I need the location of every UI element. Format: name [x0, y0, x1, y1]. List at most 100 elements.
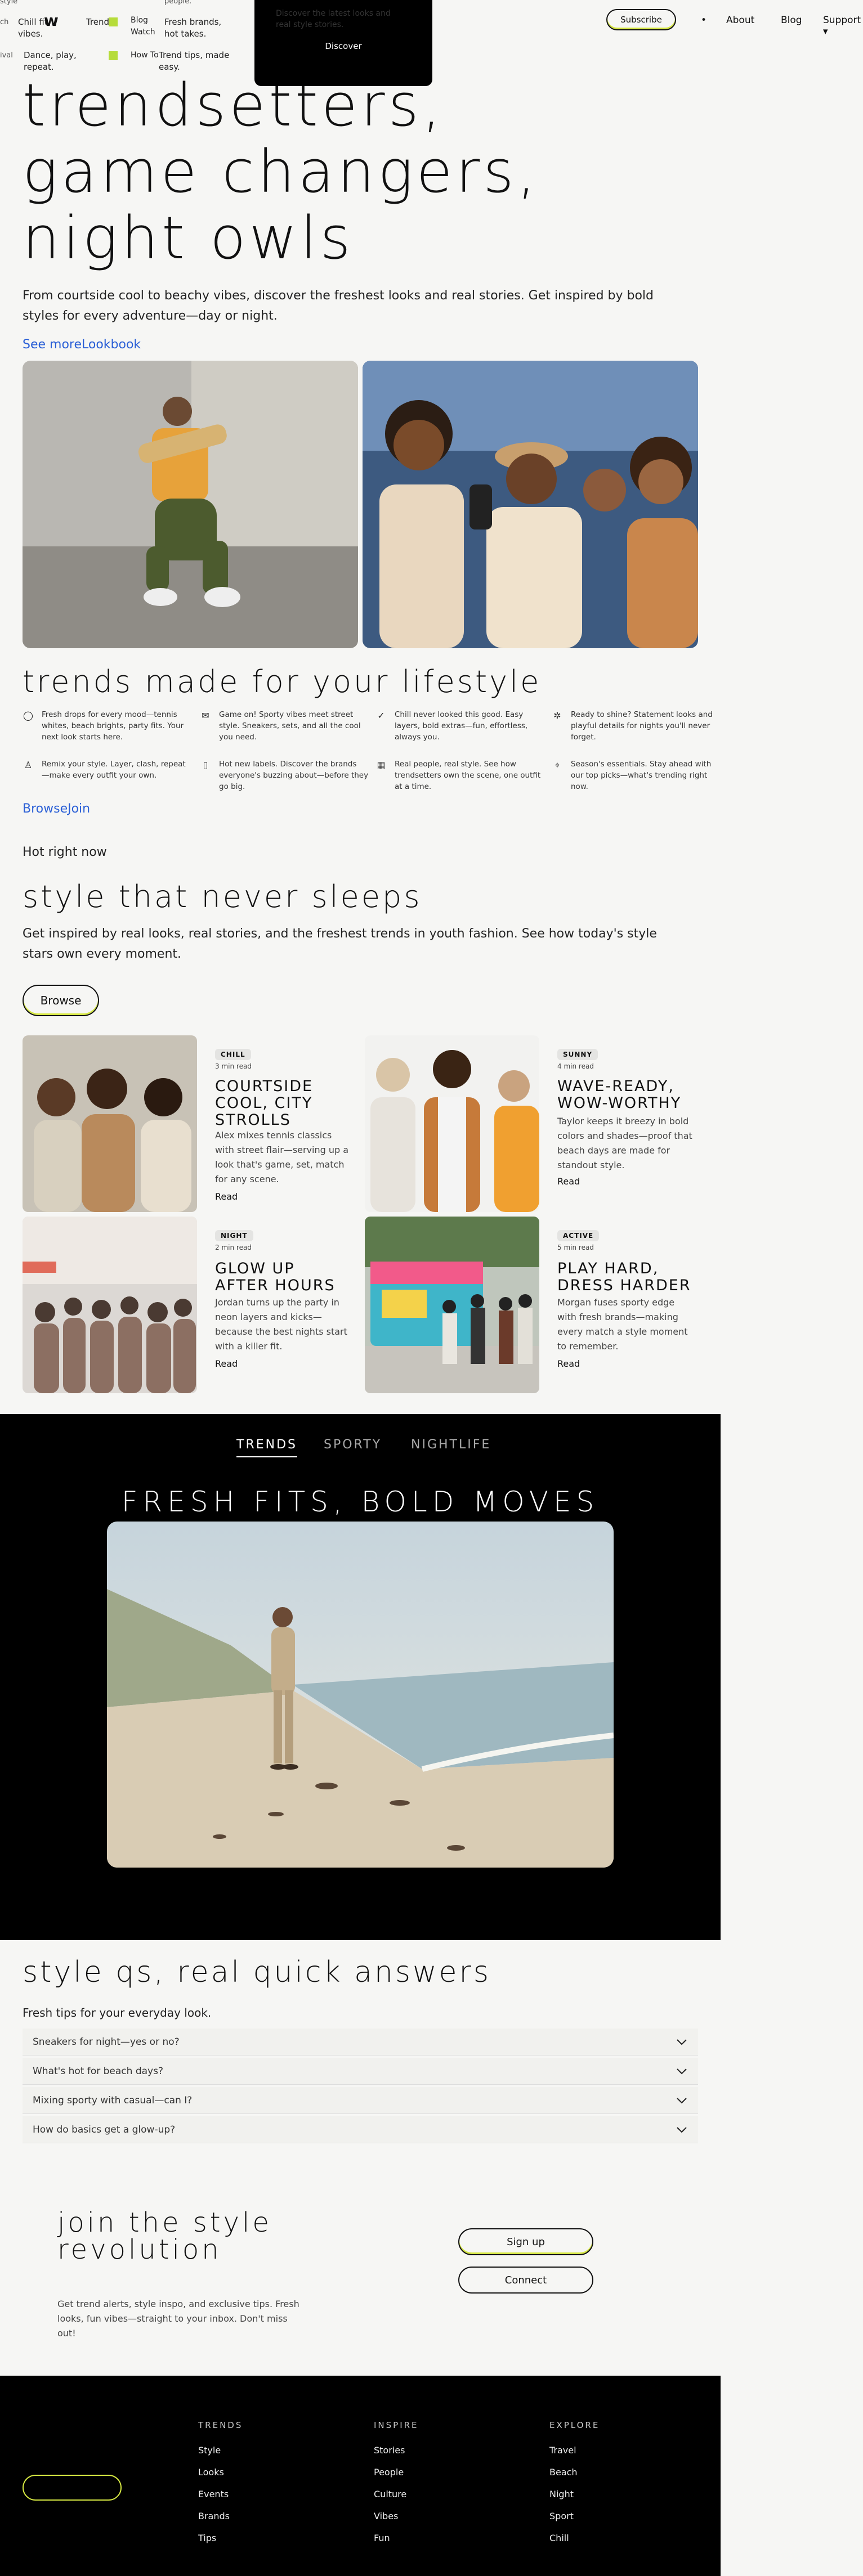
feature-text: Season's essentials. Stay ahead with our…	[571, 760, 712, 791]
footer-link[interactable]: Stories	[374, 2445, 405, 2456]
nav-cut-text: people.	[164, 0, 192, 6]
card-title[interactable]: Play hard, dress harder	[557, 1260, 692, 1294]
fashion-photo	[365, 1035, 539, 1212]
feature-item: ▯ Hot new labels. Discover the brands eve…	[200, 759, 369, 792]
card-tag: ACTIVE	[557, 1230, 600, 1241]
feature-headline: Fresh fits, bold moves	[121, 1486, 600, 1518]
hero-title-line: night owls	[23, 204, 354, 272]
nav-mini-item[interactable]: Trend tips, made easy.	[159, 50, 232, 73]
tab-trends[interactable]: TRENDS	[236, 1438, 297, 1457]
footer-heading: EXPLORE	[549, 2420, 600, 2430]
chevron-down-icon	[677, 2098, 687, 2104]
tab-nightlife[interactable]: NIGHTLIFE	[411, 1438, 491, 1452]
nav-link-support[interactable]: Support ▾	[823, 15, 863, 37]
card-image[interactable]	[23, 1217, 197, 1393]
howto-square-icon	[109, 51, 118, 60]
feature-item: ✉ Game on! Sporty vibes meet street style…	[200, 709, 369, 743]
chat-icon: ◯	[23, 710, 33, 721]
subscribe-button[interactable]: Subscribe	[606, 9, 676, 30]
footer: TRENDS Style Looks Events Brands Tips IN…	[0, 2376, 721, 2576]
feature-text: Remix your style. Layer, clash, repeat—m…	[42, 760, 186, 780]
hero-title-line: game changers,	[23, 137, 539, 206]
nav-mini-item[interactable]: Fresh brands, hot takes.	[164, 16, 232, 40]
browse-button[interactable]: Browse	[23, 985, 99, 1016]
card-meta: 4 min read	[557, 1062, 594, 1070]
join-link[interactable]: Join	[68, 802, 90, 816]
sign-up-button[interactable]: Sign up	[458, 2228, 593, 2255]
lookbook-link[interactable]: Lookbook	[82, 338, 141, 352]
feature-item: ✲ Ready to shine? Statement looks and pla…	[552, 709, 721, 743]
nav-mini-item[interactable]: Dance, play, repeat.	[24, 50, 80, 73]
footer-link[interactable]: Looks	[198, 2467, 224, 2478]
friends-image	[363, 361, 698, 648]
nav-mini-item[interactable]: Blog Watch	[131, 15, 164, 38]
brand-logo[interactable]: w	[44, 11, 59, 30]
faq-item[interactable]: Mixing sporty with casual—can I?	[23, 2087, 698, 2114]
faq-item[interactable]: What's hot for beach days?	[23, 2058, 698, 2085]
card-title[interactable]: Glow up after hours	[215, 1260, 350, 1294]
hot-title: Style that never sleeps	[23, 879, 422, 914]
footer-link[interactable]: Beach	[549, 2467, 578, 2478]
feature-text: Ready to shine? Statement looks and play…	[571, 710, 713, 742]
footer-link[interactable]: Travel	[549, 2445, 576, 2456]
footer-link[interactable]: Style	[198, 2445, 221, 2456]
footer-link[interactable]: Sport	[549, 2511, 574, 2521]
faq-question: What's hot for beach days?	[33, 2065, 163, 2077]
browse-link[interactable]: Browse	[23, 802, 68, 816]
footer-link[interactable]: Fun	[374, 2533, 390, 2543]
feature-text: Chill never looked this good. Easy layer…	[395, 710, 528, 742]
card-image[interactable]	[23, 1035, 197, 1212]
footer-link[interactable]: Night	[549, 2489, 574, 2499]
feature-item: ♙ Remix your style. Layer, clash, repeat—…	[23, 759, 191, 781]
card-read-link[interactable]: Read	[215, 1191, 238, 1202]
faq-item[interactable]: Sneakers for night—yes or no?	[23, 2029, 698, 2056]
footer-link[interactable]: People	[374, 2467, 404, 2478]
footer-link[interactable]: Brands	[198, 2511, 230, 2521]
nav-cut-text: ch	[0, 18, 9, 26]
chevron-down-icon	[677, 2068, 687, 2075]
feature-item: ▦ Real people, real style. See how trends…	[375, 759, 544, 792]
hero-subtitle: From courtside cool to beachy vibes, dis…	[23, 289, 654, 323]
check-circle-icon: ✓	[377, 710, 385, 721]
card-title[interactable]: Wave-ready, wow-worthy	[557, 1078, 687, 1112]
location-icon: ⌖	[555, 760, 560, 770]
lifestyle-title: Trends made for your lifestyle	[23, 664, 542, 699]
nav-dot: •	[701, 15, 707, 26]
hero-photo-dancer	[23, 361, 358, 648]
feature-text: Game on! Sporty vibes meet street style.…	[219, 710, 361, 742]
card-tag: CHILL	[215, 1049, 251, 1060]
card-read-link[interactable]: Read	[557, 1176, 580, 1187]
card-image[interactable]	[365, 1217, 539, 1393]
hero-title: Trendsetters, game changers, night owls	[23, 72, 539, 271]
nav-mini-item[interactable]: Trend	[86, 16, 109, 28]
support-label: Support	[823, 15, 861, 26]
hot-subtitle: Get inspired by real looks, real stories…	[23, 927, 657, 961]
card-read-link[interactable]: Read	[557, 1358, 580, 1369]
faq-item[interactable]: How do basics get a glow-up?	[23, 2116, 698, 2143]
feature-item: ⌖ Season's essentials. Stay ahead with ou…	[552, 759, 721, 792]
card-title[interactable]: Courtside cool, city strolls	[215, 1078, 345, 1129]
footer-link[interactable]: Events	[198, 2489, 229, 2499]
footer-link[interactable]: Culture	[374, 2489, 406, 2499]
card-meta: 5 min read	[557, 1244, 594, 1251]
connect-button[interactable]: Connect	[458, 2267, 593, 2294]
card-text: Taylor keeps it breezy in bold colors an…	[557, 1116, 692, 1170]
faq-question: Sneakers for night—yes or no?	[33, 2036, 180, 2048]
footer-link[interactable]: Vibes	[374, 2511, 398, 2521]
faq-title: Style Qs, real quick answers	[23, 1955, 491, 1989]
calendar-icon: ▦	[377, 760, 386, 770]
footer-link[interactable]: Chill	[549, 2533, 569, 2543]
footer-link[interactable]: Tips	[198, 2533, 216, 2543]
chevron-down-icon	[677, 2127, 687, 2133]
discover-button[interactable]: Discover	[254, 41, 432, 51]
nav-link-about[interactable]: About	[726, 15, 754, 26]
card-image[interactable]	[365, 1035, 539, 1212]
faq-subtitle: Fresh tips for your everyday look.	[23, 2006, 212, 2019]
tab-sporty[interactable]: SPORTY	[324, 1438, 382, 1452]
nav-link-blog[interactable]: Blog	[781, 15, 802, 26]
card-text: Alex mixes tennis classics with street f…	[215, 1130, 349, 1184]
footer-input-pill[interactable]	[23, 2475, 122, 2501]
see-more-link[interactable]: See more	[23, 338, 82, 352]
card-read-link[interactable]: Read	[215, 1358, 238, 1369]
nav-cut-text: style	[0, 0, 18, 6]
